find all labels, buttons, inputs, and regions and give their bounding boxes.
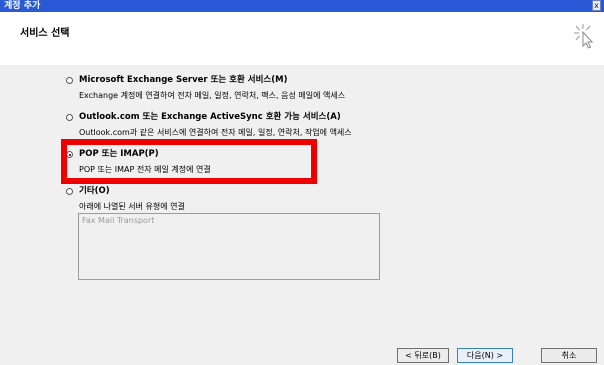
option-outlook-com-description: Outlook.com과 같은 서비스에 연결하여 전자 메일, 일정, 연락처… <box>79 128 352 137</box>
radio-other[interactable] <box>66 188 73 195</box>
title-bar: 계정 추가 x <box>0 0 604 12</box>
wizard-header: 서비스 선택 <box>0 12 604 65</box>
option-outlook-com-label[interactable]: Outlook.com 또는 Exchange ActiveSync 호환 가능… <box>79 112 341 123</box>
option-other-label[interactable]: 기타(O) <box>79 186 110 197</box>
page-title: 서비스 선택 <box>20 28 70 39</box>
radio-pop-imap[interactable] <box>66 151 73 158</box>
option-pop-imap-description: POP 또는 IMAP 전자 메일 계정에 연결 <box>79 165 211 174</box>
server-type-list[interactable]: Fax Mail Transport <box>78 213 380 280</box>
wizard-cursor-icon <box>573 23 597 53</box>
list-item[interactable]: Fax Mail Transport <box>82 216 154 225</box>
option-pop-imap-label[interactable]: POP 또는 IMAP(P) <box>79 149 159 160</box>
option-other-description: 아래에 나열된 서버 유형에 연결 <box>79 202 185 211</box>
window-title: 계정 추가 <box>4 1 41 11</box>
radio-outlook-com[interactable] <box>66 114 73 121</box>
cancel-button[interactable]: 취소 <box>541 348 597 363</box>
close-button[interactable]: x <box>592 0 601 11</box>
back-button[interactable]: < 뒤로(B) <box>397 348 449 363</box>
button-bar: < 뒤로(B) 다음(N) > 취소 <box>0 340 604 365</box>
option-exchange-description: Exchange 계정에 연결하여 전자 메일, 일정, 연락처, 팩스, 음성… <box>79 91 346 100</box>
option-exchange-label[interactable]: Microsoft Exchange Server 또는 호환 서비스(M) <box>79 75 287 86</box>
next-button[interactable]: 다음(N) > <box>457 348 513 363</box>
radio-exchange[interactable] <box>66 77 73 84</box>
